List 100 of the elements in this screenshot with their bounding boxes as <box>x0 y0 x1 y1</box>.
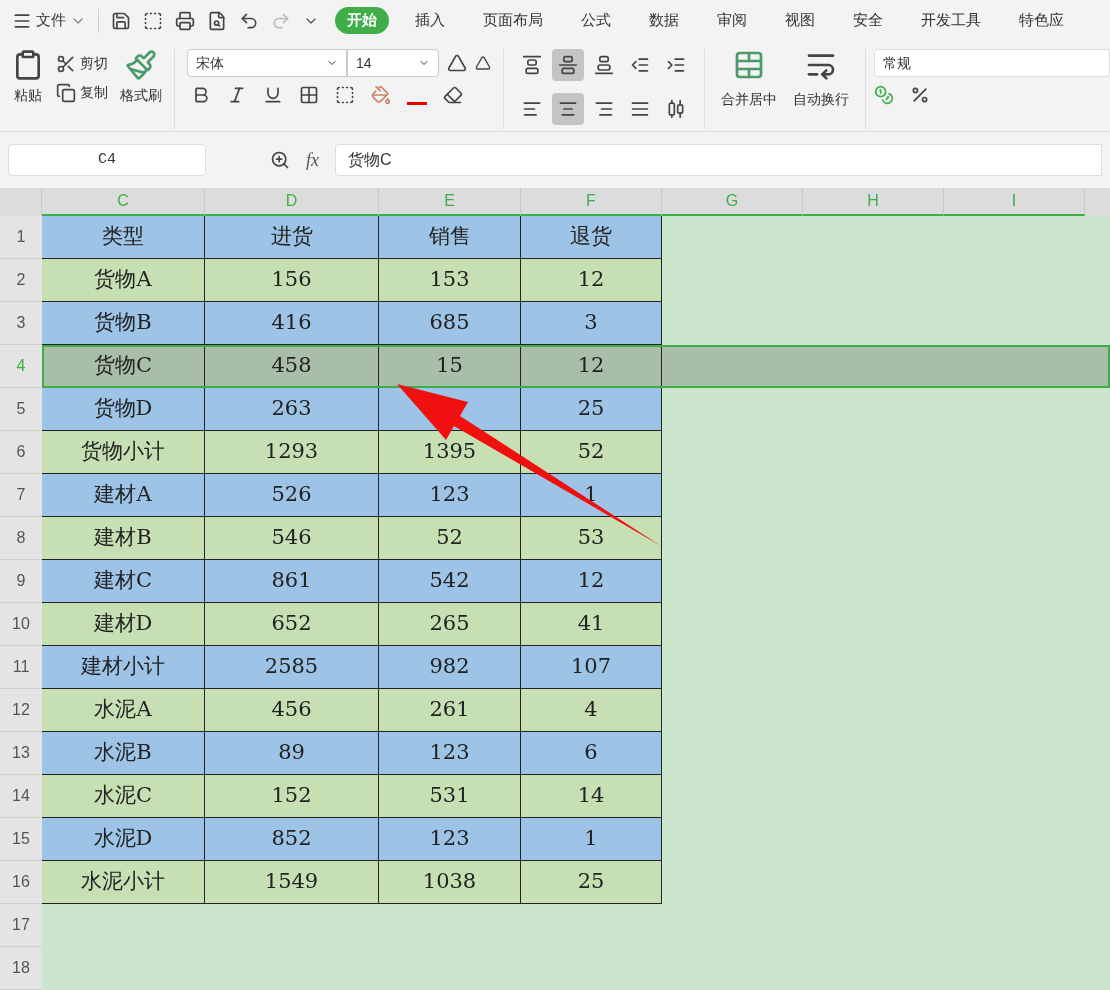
underline-button[interactable] <box>263 85 283 106</box>
fill-color-button[interactable] <box>371 85 391 106</box>
copy-icon <box>56 82 76 103</box>
wrap-text-button[interactable]: 自动换行 <box>793 49 849 130</box>
table-cell: 852 <box>205 818 379 861</box>
preview-button[interactable] <box>207 10 227 31</box>
row-header[interactable]: 16 <box>0 861 42 904</box>
table-cell: 123 <box>379 732 521 775</box>
table-cell: 261 <box>379 689 521 732</box>
row-header[interactable]: 18 <box>0 947 42 990</box>
table-cell: 建材A <box>42 474 205 517</box>
font-name-field[interactable]: 宋体 <box>187 49 347 78</box>
format-painter-button[interactable]: 格式刷 <box>120 49 162 130</box>
align-middle-icon <box>558 55 578 76</box>
table-cell: 263 <box>205 388 379 431</box>
table-cell: 6 <box>521 732 662 775</box>
borders-button[interactable] <box>299 85 319 106</box>
table-cell: 3 <box>521 302 662 345</box>
print-icon <box>175 10 195 31</box>
row-header[interactable]: 12 <box>0 689 42 732</box>
table-cell: 建材B <box>42 517 205 560</box>
paste-button[interactable]: 粘贴 <box>12 49 44 130</box>
row-header[interactable]: 14 <box>0 775 42 818</box>
table-cell: 水泥D <box>42 818 205 861</box>
table-cell: 52 <box>379 517 521 560</box>
table-cell: 货物D <box>42 388 205 431</box>
table-cell: 153 <box>379 259 521 302</box>
table-cell: 水泥A <box>42 689 205 732</box>
row-header[interactable]: 13 <box>0 732 42 775</box>
row-header[interactable]: 15 <box>0 818 42 861</box>
formula-field[interactable]: 货物C <box>335 144 1102 177</box>
distributed-icon <box>666 99 686 120</box>
table-cell: 12 <box>521 259 662 302</box>
table-cell: 89 <box>205 732 379 775</box>
table-cell: 14 <box>521 775 662 818</box>
eraser-icon <box>443 85 463 106</box>
clear-button[interactable] <box>443 85 463 106</box>
row-header[interactable]: 7 <box>0 474 42 517</box>
table-cell: 546 <box>205 517 379 560</box>
row-header[interactable]: 5 <box>0 388 42 431</box>
row-header[interactable]: 6 <box>0 431 42 474</box>
ribbon-tab[interactable]: 审阅 <box>705 7 759 34</box>
name-box[interactable]: C4 <box>8 144 206 177</box>
ribbon-tab[interactable]: 公式 <box>569 7 623 34</box>
table-cell: 526 <box>205 474 379 517</box>
font-size-field[interactable]: 14 <box>347 49 439 78</box>
row-header[interactable]: 9 <box>0 560 42 603</box>
file-menu[interactable]: 文件 <box>12 9 86 32</box>
ribbon-tab[interactable]: 开发工具 <box>909 7 993 34</box>
table-cell: 1549 <box>205 861 379 904</box>
number-format-field[interactable]: 常规 <box>874 49 1110 78</box>
table-cell: 4 <box>521 689 662 732</box>
print-button[interactable] <box>175 10 195 31</box>
ribbon-tab[interactable]: 数据 <box>637 7 691 34</box>
ribbon-tab[interactable]: 页面布局 <box>471 7 555 34</box>
coin-icon <box>874 85 894 106</box>
table-cell: 53 <box>521 517 662 560</box>
fx-label: fx <box>306 148 319 172</box>
table-cell: 水泥小计 <box>42 861 205 904</box>
ribbon-tab[interactable]: 特色应 <box>1007 7 1076 34</box>
middle-align-button[interactable] <box>552 49 584 82</box>
table-cell: 货物B <box>42 302 205 345</box>
row-header[interactable]: 3 <box>0 302 42 345</box>
table-cell: 建材小计 <box>42 646 205 689</box>
currency-button[interactable] <box>874 85 894 106</box>
save-button[interactable] <box>111 10 131 31</box>
align-bottom-icon <box>594 55 614 76</box>
ribbon-tab[interactable]: 插入 <box>403 7 457 34</box>
table-cell: 531 <box>379 775 521 818</box>
zoom-icon <box>270 150 290 171</box>
table-cell: 12 <box>521 560 662 603</box>
table-cell: 销售 <box>379 216 521 259</box>
cut-button[interactable]: 剪切 <box>56 53 108 75</box>
row-header[interactable]: 2 <box>0 259 42 302</box>
copy-button[interactable]: 复制 <box>56 82 108 104</box>
table-cell: 52 <box>521 431 662 474</box>
ribbon-tab[interactable]: 视图 <box>773 7 827 34</box>
underline-icon <box>263 85 283 106</box>
table-cell: 1038 <box>379 861 521 904</box>
table-cell: 建材C <box>42 560 205 603</box>
table-cell: 41 <box>521 603 662 646</box>
undo-button[interactable] <box>239 10 259 31</box>
table-cell: 542 <box>379 560 521 603</box>
redo-icon <box>271 10 291 31</box>
italic-button[interactable] <box>227 85 247 106</box>
row-header[interactable]: 11 <box>0 646 42 689</box>
center-align-button[interactable] <box>552 93 584 126</box>
row-header[interactable]: 8 <box>0 517 42 560</box>
table-cell: 265 <box>379 603 521 646</box>
row-header[interactable]: 17 <box>0 904 42 947</box>
table-cell: 416 <box>205 302 379 345</box>
row-header[interactable]: 10 <box>0 603 42 646</box>
table-cell: 退货 <box>521 216 662 259</box>
merge-center-button[interactable]: 合并居中 <box>721 49 777 130</box>
ribbon-tab[interactable]: 安全 <box>841 7 895 34</box>
table-cell: 1 <box>521 818 662 861</box>
align-top-icon <box>522 55 542 76</box>
table-cell: 货物A <box>42 259 205 302</box>
paintbrush-icon <box>125 49 157 82</box>
row-header[interactable]: 1 <box>0 216 42 259</box>
